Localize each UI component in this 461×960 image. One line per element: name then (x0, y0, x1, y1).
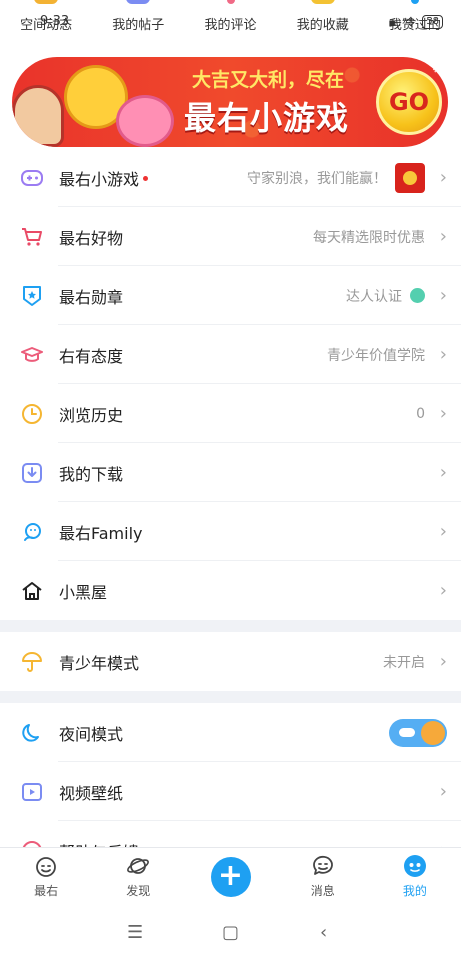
menu-item-games[interactable]: 最右小游戏 守家别浪，我们能赢！ › (0, 148, 461, 207)
banner-character-hat (12, 85, 64, 147)
menu-item-family[interactable]: 最右Family › (0, 502, 461, 561)
menu-label: 视频壁纸 (59, 783, 124, 803)
menu-label: 青少年模式 (59, 653, 140, 673)
nav-tab-post[interactable]: + (184, 848, 276, 905)
menu-item-history[interactable]: 浏览历史 0 › (0, 384, 461, 443)
section-gap (0, 691, 461, 703)
menu-subtext: 达人认证 (346, 286, 425, 306)
chevron-right-icon: › (439, 781, 447, 802)
moon-icon (20, 721, 44, 745)
banner-go-button[interactable]: GO (376, 69, 442, 135)
menu-subtext: 每天精选限时优惠 (313, 229, 425, 246)
system-nav-bar: ☰ ▢ ‹ (0, 905, 461, 960)
chevron-right-icon: › (439, 344, 447, 365)
download-icon (20, 461, 44, 485)
menu-item-medals[interactable]: 最右勋章 达人认证 › (0, 266, 461, 325)
menu-icon[interactable]: ☰ (127, 922, 143, 943)
menu-item-downloads[interactable]: 我的下载 › (0, 443, 461, 502)
menu-subtext: 青少年价值学院 (327, 347, 425, 364)
menu-label: 最右好物 (59, 228, 124, 248)
youth-mode-status: 未开启 (383, 654, 425, 671)
night-mode-toggle[interactable] (389, 719, 447, 747)
menu-item-night-mode: 夜间模式 (0, 703, 461, 762)
history-count: 0 (416, 405, 425, 422)
family-icon (20, 520, 44, 544)
banner-character-pink (116, 95, 174, 147)
promo-banner[interactable]: 大吉又大利，尽在 最右小游戏 GO ⚙ (12, 57, 448, 147)
chevron-right-icon: › (439, 580, 447, 601)
status-time: 9:33 (40, 14, 70, 29)
graduation-cap-icon (20, 343, 44, 367)
bottom-nav: 最右 发现 + 消息 我的 (0, 847, 461, 905)
back-icon[interactable]: ‹ (320, 922, 327, 943)
nav-tab-profile[interactable]: 我的 (369, 848, 461, 905)
section-gap (0, 620, 461, 632)
cloud-icon (399, 728, 415, 737)
home-square-icon[interactable]: ▢ (222, 922, 239, 943)
menu-label: 小黑屋 (59, 582, 108, 602)
settings-gear-icon[interactable]: ⚙ (431, 61, 444, 77)
nav-tab-discover[interactable]: 发现 (92, 848, 184, 905)
banner-headline: 大吉又大利，尽在 (192, 69, 345, 91)
chevron-right-icon: › (439, 521, 447, 542)
chevron-right-icon: › (439, 651, 447, 672)
menu-item-attitude[interactable]: 右有态度 青少年价值学院 › (0, 325, 461, 384)
menu-item-youth-mode[interactable]: 青少年模式 未开启 › (0, 632, 461, 691)
chevron-right-icon: › (439, 403, 447, 424)
face-icon (36, 857, 56, 877)
banner-title: 最右小游戏 (184, 99, 350, 137)
menu-label: 我的下载 (59, 464, 124, 484)
chevron-right-icon: › (439, 285, 447, 306)
house-icon (20, 579, 44, 603)
menu-label: 最右Family (59, 523, 143, 543)
chevron-right-icon: › (439, 167, 447, 188)
medal-icon (20, 284, 44, 308)
clock-icon (20, 402, 44, 426)
red-dot-badge (143, 176, 149, 181)
game-thumbnail (395, 162, 425, 193)
nav-tab-messages[interactable]: 消息 (277, 848, 369, 905)
battery-icon: 58 (422, 15, 443, 29)
menu-item-blacklist[interactable]: 小黑屋 › (0, 561, 461, 620)
status-indicators: ▪▫ 令 58 (388, 14, 443, 30)
menu-list: 最右小游戏 守家别浪，我们能赢！ › 最右好物 每天精选限时优惠 › 最右勋章 … (0, 148, 461, 880)
menu-subtext: 守家别浪，我们能赢！ (247, 162, 425, 193)
signal-icon: ▪▫ (388, 15, 401, 29)
menu-label: 浏览历史 (59, 405, 124, 425)
gamepad-icon (20, 166, 44, 190)
planet-icon (127, 858, 150, 874)
chevron-right-icon: › (439, 462, 447, 483)
menu-label: 最右小游戏 (59, 169, 140, 189)
menu-item-video-wallpaper[interactable]: 视频壁纸 › (0, 762, 461, 821)
profile-icon (403, 855, 426, 877)
menu-label: 最右勋章 (59, 287, 124, 307)
menu-label: 右有态度 (59, 346, 124, 366)
wifi-icon: 令 (405, 16, 417, 29)
message-icon (312, 855, 333, 875)
verified-badge-icon (410, 288, 425, 303)
menu-item-goods[interactable]: 最右好物 每天精选限时优惠 › (0, 207, 461, 266)
umbrella-icon (20, 650, 44, 674)
cart-icon (20, 225, 44, 249)
status-bar: 9:33 ▪▫ 令 58 (0, 0, 461, 40)
menu-label: 夜间模式 (59, 724, 124, 744)
chevron-right-icon: › (439, 226, 447, 247)
sun-icon (421, 721, 445, 745)
plus-icon[interactable]: + (210, 857, 251, 897)
video-icon (20, 780, 44, 804)
nav-tab-home[interactable]: 最右 (0, 848, 92, 905)
